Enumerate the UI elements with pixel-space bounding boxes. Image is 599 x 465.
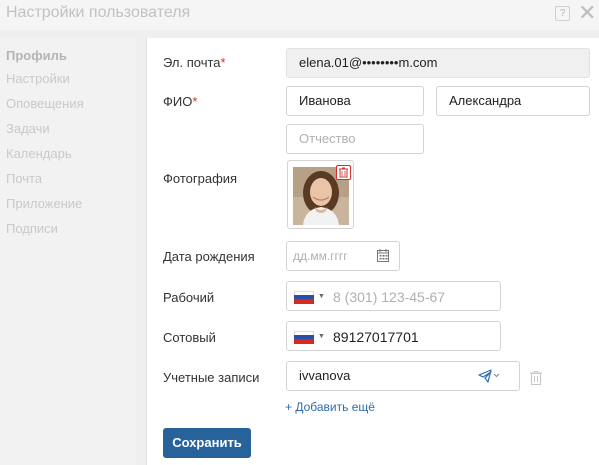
sidebar-item-app[interactable]: Приложение [6,196,82,211]
sidebar-item-mail[interactable]: Почта [6,171,42,186]
email-field: elena.01@••••••••m.com [286,48,590,78]
email-label: Эл. почта* [163,55,226,70]
sidebar-item-settings[interactable]: Настройки [6,71,70,86]
work-phone-label: Рабочий [163,290,215,305]
sidebar-item-tasks[interactable]: Задачи [6,121,50,136]
mobile-phone-input[interactable]: 89127017701 [333,329,419,345]
russia-flag-icon[interactable] [294,291,314,304]
first-name-field[interactable]: Александра [436,86,590,116]
country-dropdown-icon[interactable]: ▼ [318,333,325,340]
sidebar-item-profile[interactable]: Профиль [6,48,67,63]
close-button[interactable]: ✕ [578,1,596,25]
delete-photo-icon[interactable] [336,165,351,180]
delete-account-icon[interactable] [529,370,543,386]
sidebar-item-calendar[interactable]: Календарь [6,146,72,161]
calendar-icon[interactable] [377,249,389,267]
add-account-link[interactable]: + Добавить ещё [285,400,375,414]
fio-label: ФИО* [163,94,198,109]
title-bar: Настройки пользователя ? ✕ [0,0,599,30]
work-phone-input[interactable]: 8 (301) 123-45-67 [333,289,445,305]
sidebar-item-notifications[interactable]: Оповещения [6,96,84,111]
middle-name-field[interactable]: Отчество [286,124,424,154]
telegram-icon[interactable] [478,369,500,388]
accounts-label: Учетные записи [163,370,260,385]
mobile-phone-label: Сотовый [163,330,216,345]
help-button[interactable]: ? [555,6,570,21]
sidebar-item-signatures[interactable]: Подписи [6,221,58,236]
sidebar-nav: Профиль Настройки Оповещения Задачи Кале… [0,38,136,465]
birthdate-label: Дата рождения [163,249,255,264]
country-dropdown-icon[interactable]: ▼ [318,293,325,300]
russia-flag-icon[interactable] [294,331,314,344]
profile-form: Эл. почта* elena.01@••••••••m.com ФИО* И… [146,38,599,465]
photo-label: Фотография [163,171,238,186]
last-name-field[interactable]: Иванова [286,86,424,116]
photo-upload[interactable] [287,160,354,229]
save-button[interactable]: Сохранить [163,428,251,458]
window-title: Настройки пользователя [6,4,191,21]
